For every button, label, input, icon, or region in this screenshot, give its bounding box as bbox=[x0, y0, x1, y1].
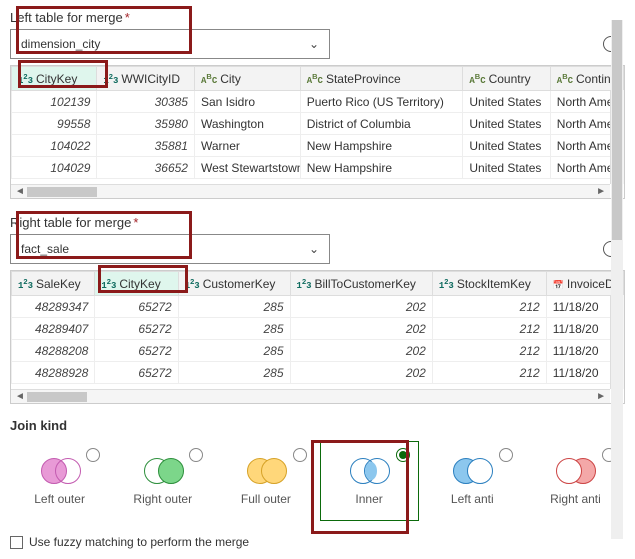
join-kind-label: Full outer bbox=[219, 492, 312, 506]
column-header-billtocustomerkey[interactable]: 123BillToCustomerKey bbox=[290, 272, 432, 296]
table-row[interactable]: 482889286527228520221211/18/20 bbox=[12, 362, 624, 384]
left-table-label: Left table for merge* bbox=[10, 10, 130, 25]
radio-icon bbox=[396, 448, 410, 462]
column-header-city[interactable]: ABCCity bbox=[194, 67, 300, 91]
radio-icon bbox=[499, 448, 513, 462]
chevron-down-icon: ⌄ bbox=[309, 37, 319, 51]
join-kind-label: Left anti bbox=[426, 492, 519, 506]
table-row[interactable]: 482893476527228520221211/18/20 bbox=[12, 296, 624, 318]
join-kind-left-outer[interactable]: Left outer bbox=[10, 441, 109, 521]
table-row[interactable]: 9955835980WashingtonDistrict of Columbia… bbox=[12, 113, 624, 135]
required-asterisk: * bbox=[125, 10, 130, 25]
join-kind-inner[interactable]: Inner bbox=[320, 441, 419, 521]
venn-icon bbox=[550, 456, 600, 486]
column-header-salekey[interactable]: 123SaleKey bbox=[12, 272, 95, 296]
column-header-wwicityid[interactable]: 123WWICityID bbox=[97, 67, 195, 91]
radio-icon bbox=[293, 448, 307, 462]
column-header-stateprovince[interactable]: ABCStateProvince bbox=[300, 67, 463, 91]
join-kind-label: Right outer bbox=[116, 492, 209, 506]
table-row[interactable]: 482894076527228520221211/18/20 bbox=[12, 318, 624, 340]
table-row[interactable]: 10213930385San IsidroPuerto Rico (US Ter… bbox=[12, 91, 624, 113]
column-header-country[interactable]: ABCCountry bbox=[463, 67, 550, 91]
chevron-down-icon: ⌄ bbox=[309, 242, 319, 256]
right-table-label: Right table for merge* bbox=[10, 215, 138, 230]
required-asterisk: * bbox=[133, 215, 138, 230]
venn-icon bbox=[35, 456, 85, 486]
left-table-dropdown[interactable]: dimension_city ⌄ bbox=[10, 29, 330, 59]
venn-icon bbox=[344, 456, 394, 486]
radio-icon bbox=[86, 448, 100, 462]
column-header-customerkey[interactable]: 123CustomerKey bbox=[178, 272, 290, 296]
left-table-selected: dimension_city bbox=[21, 37, 100, 51]
venn-icon bbox=[447, 456, 497, 486]
fuzzy-label: Use fuzzy matching to perform the merge bbox=[29, 535, 249, 549]
table-row[interactable]: 10402235881WarnerNew HampshireUnited Sta… bbox=[12, 135, 624, 157]
right-table-preview: 123SaleKey123CityKey123CustomerKey123Bil… bbox=[10, 270, 625, 404]
right-table-selected: fact_sale bbox=[21, 242, 69, 256]
join-kind-label: Left outer bbox=[13, 492, 106, 506]
join-kind-full-outer[interactable]: Full outer bbox=[216, 441, 315, 521]
fuzzy-checkbox[interactable] bbox=[10, 536, 23, 549]
radio-icon bbox=[189, 448, 203, 462]
right-table-dropdown[interactable]: fact_sale ⌄ bbox=[10, 234, 330, 264]
horizontal-scrollbar[interactable]: ◄ ► bbox=[11, 184, 610, 198]
left-table-preview: 123CityKey123WWICityIDABCCityABCStatePro… bbox=[10, 65, 625, 199]
table-row[interactable]: 10402936652West StewartstownNew Hampshir… bbox=[12, 157, 624, 179]
join-kind-title: Join kind bbox=[10, 418, 625, 433]
horizontal-scrollbar[interactable]: ◄ ► bbox=[11, 389, 610, 403]
join-kind-label: Right anti bbox=[529, 492, 622, 506]
column-header-citykey[interactable]: 123CityKey bbox=[95, 272, 178, 296]
join-kind-right-outer[interactable]: Right outer bbox=[113, 441, 212, 521]
column-header-stockitemkey[interactable]: 123StockItemKey bbox=[432, 272, 546, 296]
venn-icon bbox=[138, 456, 188, 486]
venn-icon bbox=[241, 456, 291, 486]
column-header-citykey[interactable]: 123CityKey bbox=[12, 67, 97, 91]
table-row[interactable]: 482882086527228520221211/18/20 bbox=[12, 340, 624, 362]
dialog-scrollbar[interactable] bbox=[611, 20, 623, 539]
join-kind-left-anti[interactable]: Left anti bbox=[423, 441, 522, 521]
join-kind-label: Inner bbox=[323, 492, 416, 506]
